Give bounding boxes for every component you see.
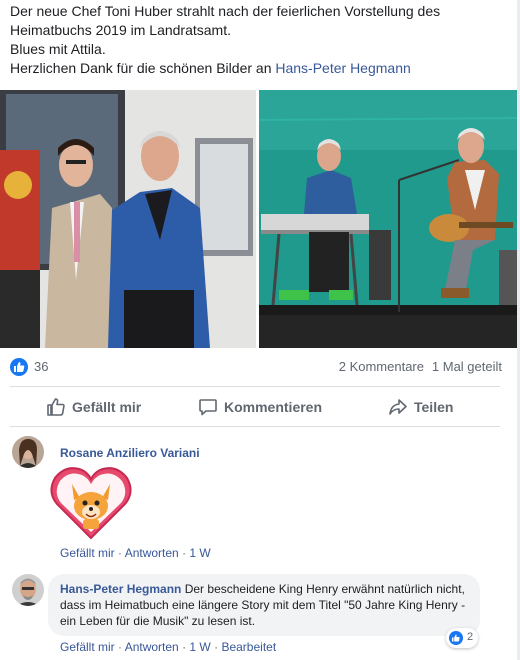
divider — [10, 386, 500, 387]
share-button-label: Teilen — [414, 399, 454, 415]
like-button[interactable]: Gefällt mir — [46, 389, 141, 425]
edited-label[interactable]: Bearbeitet — [221, 640, 276, 654]
post-line-4-text: Herzlichen Dank für die schönen Bilder a… — [10, 60, 276, 76]
post-line-1: Der neue Chef Toni Huber strahlt nach de… — [10, 3, 441, 19]
separator-dot: · — [118, 640, 125, 654]
comment-author-name[interactable]: Rosane Anziliero Variani — [60, 446, 200, 460]
comment-button[interactable]: Kommentieren — [198, 389, 322, 425]
avatar[interactable] — [12, 436, 44, 468]
comment-icon — [199, 399, 217, 416]
separator-dot: · — [118, 546, 125, 560]
comment-count[interactable]: 2 Kommentare — [339, 359, 424, 374]
comment-author-name[interactable]: Hans-Peter Hegmann — [60, 582, 181, 596]
like-reaction-icon — [449, 631, 463, 645]
photographer-link[interactable]: Hans-Peter Hegmann — [275, 60, 410, 76]
share-arrow-icon — [389, 399, 407, 415]
reaction-count: 2 — [467, 631, 474, 643]
share-count[interactable]: 1 Mal geteilt — [432, 359, 502, 374]
photo-two-men[interactable] — [0, 90, 256, 348]
post-line-2: Heimatbuchs 2019 im Landratsamt. — [10, 22, 231, 38]
comment-meta: Gefällt mir · Antworten · 1 W — [60, 546, 211, 560]
thumbs-up-icon — [47, 398, 65, 416]
comment-like-link[interactable]: Gefällt mir — [60, 640, 115, 654]
avatar[interactable] — [12, 574, 44, 606]
photo-musicians-stage[interactable] — [259, 90, 520, 348]
post-line-4: Herzlichen Dank für die schönen Bilder a… — [10, 59, 510, 78]
comment-reaction-badge[interactable]: 2 — [446, 628, 478, 648]
comment-reply-link[interactable]: Antworten — [125, 640, 179, 654]
share-button[interactable]: Teilen — [388, 389, 453, 425]
comment-timestamp[interactable]: 1 W — [189, 640, 210, 654]
comment-meta: Gefällt mir · Antworten · 1 W · Bearbeit… — [60, 640, 276, 654]
comment-timestamp[interactable]: 1 W — [189, 546, 210, 560]
divider — [10, 426, 500, 427]
like-count[interactable]: 36 — [34, 359, 48, 374]
comment-reply-link[interactable]: Antworten — [125, 546, 179, 560]
like-reaction-icon[interactable] — [10, 358, 28, 376]
post-text: Der neue Chef Toni Huber strahlt nach de… — [10, 2, 510, 78]
like-button-label: Gefällt mir — [72, 399, 142, 415]
post-stats: 36 2 Kommentare 1 Mal geteilt — [10, 357, 510, 377]
post-line-3: Blues mit Attila. — [10, 41, 106, 57]
comment-like-link[interactable]: Gefällt mir — [60, 546, 115, 560]
comment-button-label: Kommentieren — [224, 399, 323, 415]
comment-bubble: Hans-Peter Hegmann Der bescheidene King … — [48, 574, 480, 636]
photo-grid — [0, 90, 520, 348]
heart-fox-sticker — [50, 462, 132, 542]
post-actions: Gefällt mir Kommentieren Teilen — [10, 389, 500, 425]
